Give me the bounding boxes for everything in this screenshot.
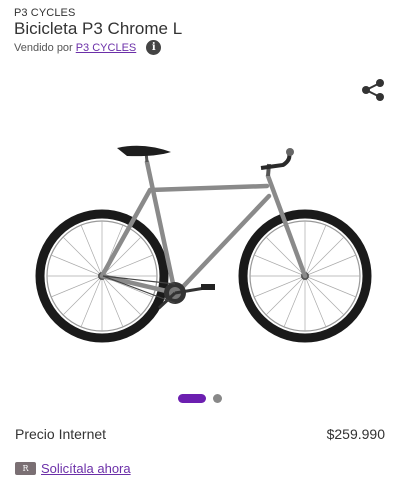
product-image xyxy=(35,145,372,343)
carousel-dot-1[interactable] xyxy=(178,394,206,403)
share-icon[interactable] xyxy=(360,78,386,102)
info-icon[interactable]: i xyxy=(146,40,162,55)
price-row: Precio Internet $259.990 xyxy=(15,426,385,442)
brand-label: P3 CYCLES xyxy=(14,7,76,19)
carousel-dot-2[interactable] xyxy=(213,394,222,403)
cmr-apply-link[interactable]: Solicítala ahora xyxy=(41,461,131,476)
product-title: Bicicleta P3 Chrome L xyxy=(14,19,183,38)
bike-cockpit xyxy=(117,145,294,177)
seller-row: Vendido por P3 CYCLES i xyxy=(14,40,162,55)
cmr-card-icon: R xyxy=(15,462,36,475)
seller-prefix: Vendido por xyxy=(14,41,73,54)
price-label: Precio Internet xyxy=(15,426,107,442)
price-value: $259.990 xyxy=(326,426,385,442)
seller-link[interactable]: P3 CYCLES xyxy=(76,42,137,54)
cmr-row: R Solicítala ahora xyxy=(15,461,131,476)
carousel-indicator xyxy=(178,394,222,403)
bike-frame xyxy=(99,159,308,296)
